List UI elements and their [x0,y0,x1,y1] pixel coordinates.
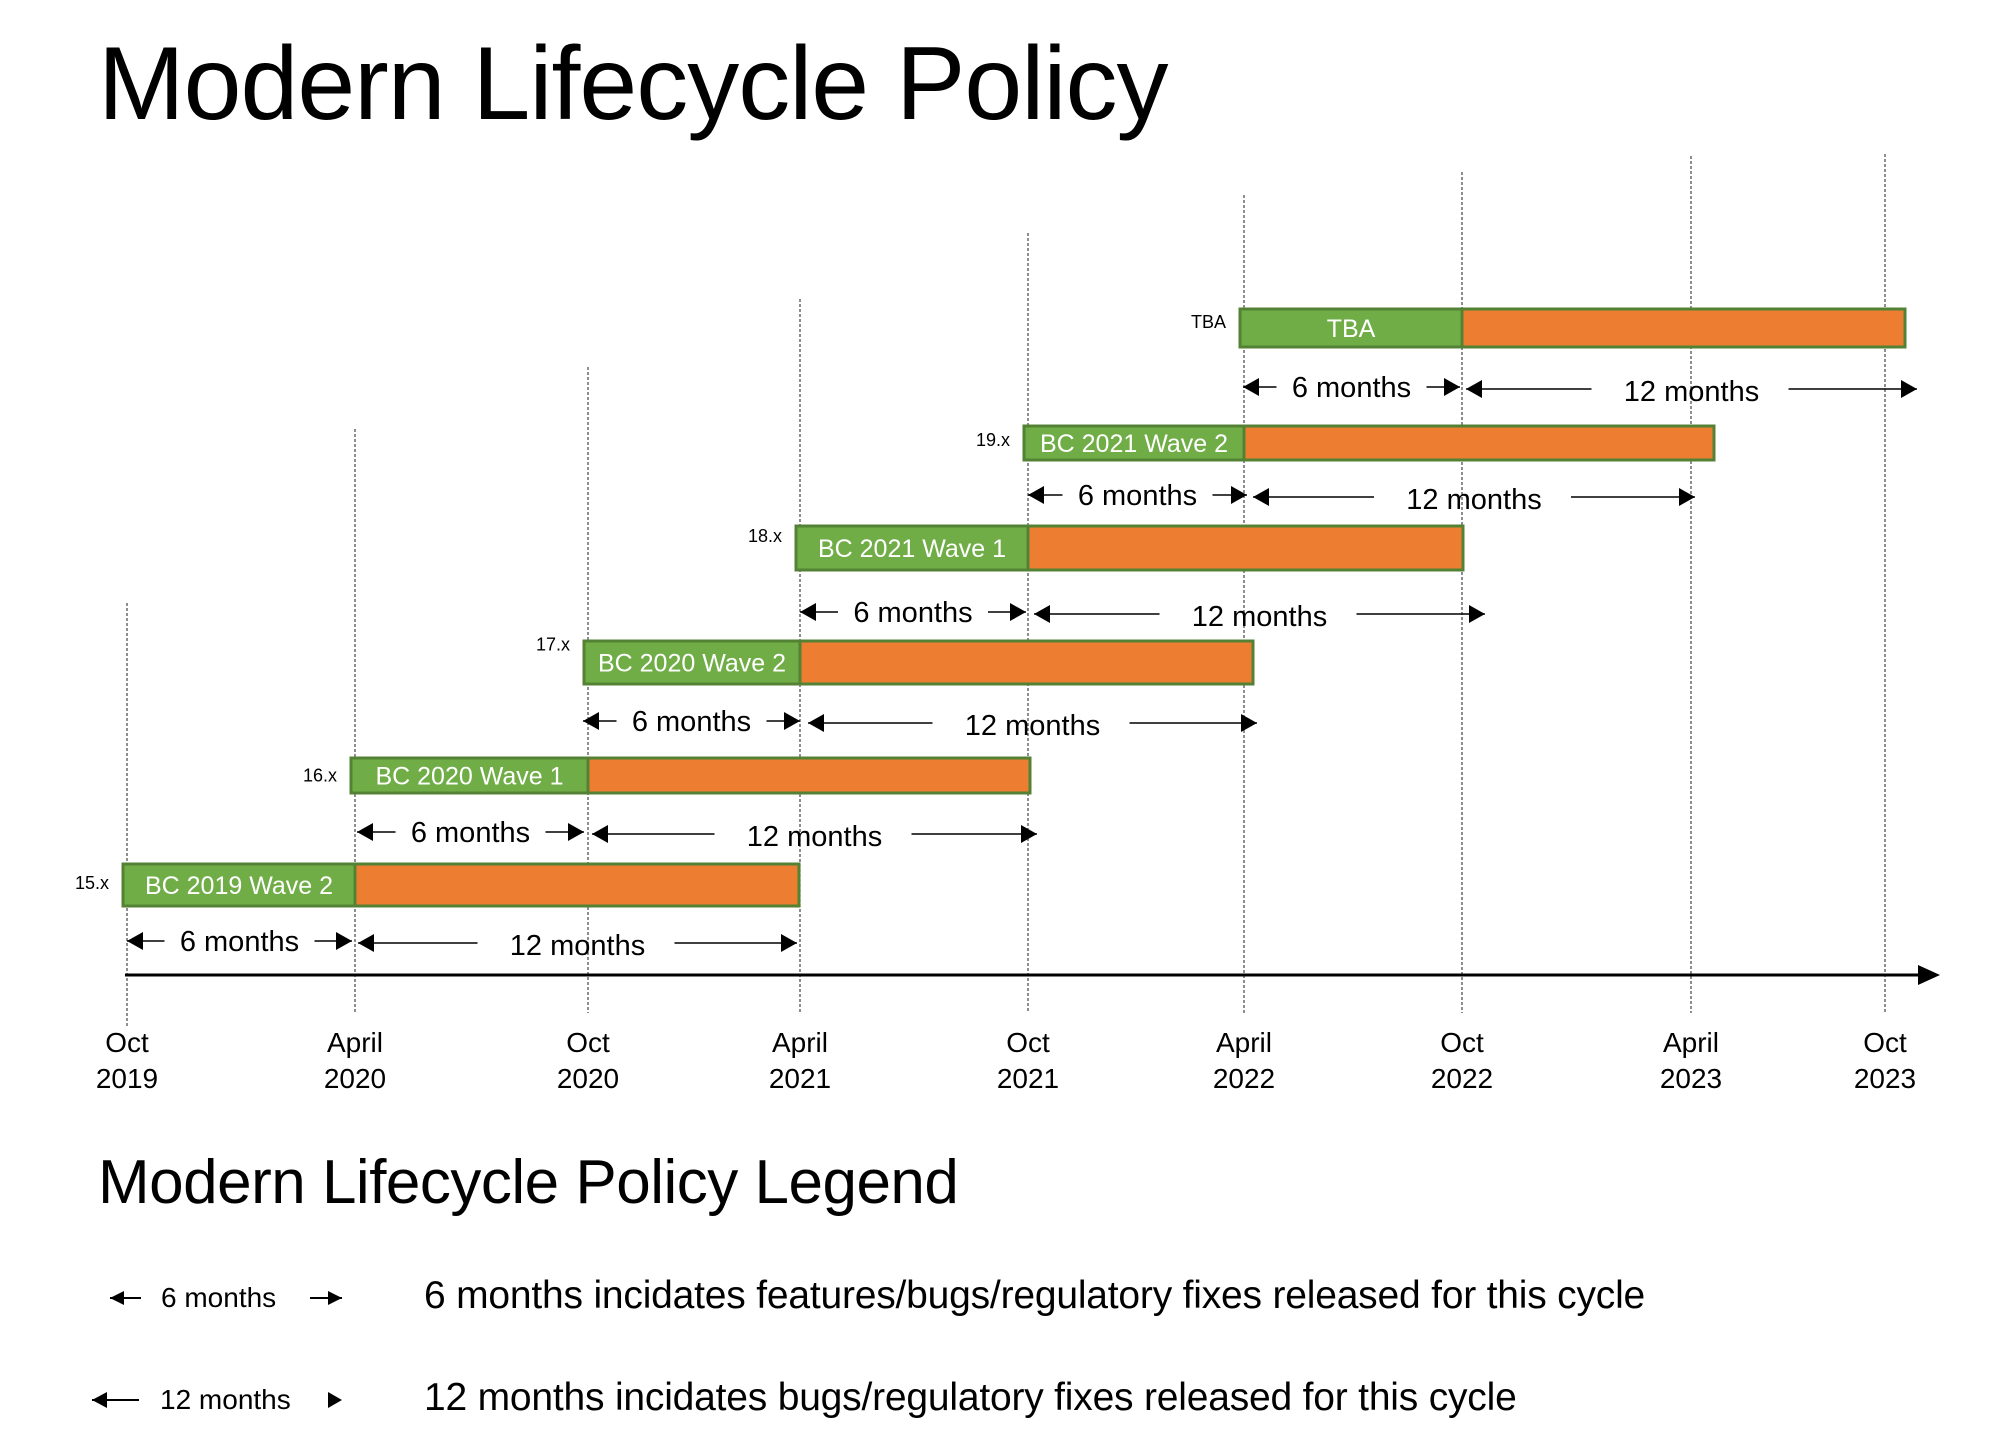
time-axis [125,965,1940,985]
arrow-left-icon [1034,605,1050,623]
tick-label-month: Oct [1440,1027,1484,1058]
release-bar-tba: TBA TBA [1191,307,1907,349]
six-months-label: 6 months [853,597,972,629]
arrow-left-icon [1466,380,1482,398]
arrow-left-icon [583,712,599,730]
arrow-left-icon [1253,488,1269,506]
tick-label-year: 2020 [557,1063,619,1094]
legend-key-6-months: 6 months [80,1268,370,1328]
arrow-right-icon [1444,378,1460,396]
duration-row-18-x: 6 months 12 months [800,597,1485,633]
release-version: 17.x [536,635,570,655]
twelve-months-label: 12 months [965,710,1100,742]
twelve-months-label: 12 months [1406,484,1541,516]
release-name: BC 2020 Wave 2 [598,650,786,678]
tick-label-month: Oct [1006,1027,1050,1058]
lifecycle-timeline: BC 2019 Wave 215.xBC 2020 Wave 116.xBC 2… [75,154,1940,1094]
release-name: BC 2020 Wave 1 [375,763,563,791]
release-version: 19.x [976,430,1010,450]
duration-row-15-x: 6 months 12 months [127,926,797,962]
six-months-label: 6 months [180,926,299,958]
six-months-label: 6 months [632,706,751,738]
tick-label-year: 2022 [1431,1063,1493,1094]
duration-row-17-x: 6 months 12 months [583,706,1257,742]
arrow-right-icon [1901,380,1917,398]
release-version: 15.x [75,873,109,893]
arrow-left-icon [1243,378,1259,396]
tick-label-month: April [1216,1027,1272,1058]
extended-support-segment [586,756,1032,795]
arrow-right-icon [1010,603,1026,621]
release-bar-16-x: BC 2020 Wave 1 16.x [303,756,1032,795]
release-version: 18.x [748,526,782,546]
twelve-months-label: 12 months [747,821,882,853]
arrow-left-icon [358,934,374,952]
legend-key-label: 6 months [161,1282,277,1313]
twelve-months-label: 12 months [1624,376,1759,408]
arrow-left-icon [357,823,373,841]
release-version: 16.x [303,766,337,786]
tick-label-month: Oct [566,1027,610,1058]
legend-key-12-months: 12 months [80,1370,370,1430]
arrow-right-icon [336,932,352,950]
legend-item-12-months: 12 months 12 months incidates bugs/regul… [0,1370,1992,1430]
duration-row-tba: 6 months 12 months [1243,372,1917,408]
tick-label-year: 2020 [324,1063,386,1094]
release-name: BC 2021 Wave 2 [1040,430,1228,458]
six-months-label: 6 months [411,817,530,849]
release-bar-19-x: BC 2021 Wave 2 19.x [976,424,1716,462]
six-months-label: 6 months [1292,372,1411,404]
tick-label-month: Oct [1863,1027,1907,1058]
arrow-left-icon [127,932,143,950]
extended-support-segment [353,862,801,908]
legend-title: Modern Lifecycle Policy Legend [98,1148,959,1217]
legend-key-label: 12 months [160,1384,291,1415]
tick-label-year: 2021 [769,1063,831,1094]
tick-label-month: April [327,1027,383,1058]
legend-item-6-months: 6 months 6 months incidates features/bug… [0,1268,1992,1328]
release-bar-17-x: BC 2020 Wave 2 17.x [536,635,1255,686]
arrow-right-icon [1021,825,1037,843]
arrow-left-icon [800,603,816,621]
extended-support-segment [798,639,1255,686]
arrow-right-icon [781,934,797,952]
arrow-right-icon [568,823,584,841]
tick-label-year: 2023 [1660,1063,1722,1094]
arrow-right-icon [1241,714,1257,732]
tick-label-month: April [1663,1027,1719,1058]
release-version: TBA [1191,312,1226,332]
legend-description: 12 months incidates bugs/regulatory fixe… [424,1376,1517,1419]
axis-arrowhead [1918,965,1940,985]
release-bar-18-x: BC 2021 Wave 1 18.x [748,524,1465,572]
tick-label-year: 2019 [96,1063,158,1094]
arrow-left-icon [808,714,824,732]
extended-support-segment [1242,424,1716,462]
duration-row-19-x: 6 months 12 months [1028,480,1695,516]
release-name: BC 2021 Wave 1 [818,535,1006,563]
arrow-right-icon [1469,605,1485,623]
arrow-left-icon [1028,486,1044,504]
twelve-months-label: 12 months [510,930,645,962]
extended-support-segment [1026,524,1465,572]
release-name: TBA [1327,315,1376,343]
tick-label-year: 2021 [997,1063,1059,1094]
arrow-left-icon [592,825,608,843]
tick-label-year: 2023 [1854,1063,1916,1094]
release-bar-15-x: BC 2019 Wave 2 15.x [75,862,801,908]
arrow-right-icon [1679,488,1695,506]
six-months-label: 6 months [1078,480,1197,512]
duration-row-16-x: 6 months 12 months [357,817,1037,853]
tick-label-year: 2022 [1213,1063,1275,1094]
tick-label-month: Oct [105,1027,149,1058]
tick-label-month: April [772,1027,828,1058]
arrow-right-icon [784,712,800,730]
twelve-months-label: 12 months [1192,601,1327,633]
tick-labels: Oct 2019 April 2020 Oct 2020 April 2021 Oct 2021 A… [96,1027,1916,1094]
release-name: BC 2019 Wave 2 [145,872,333,900]
legend-description: 6 months incidates features/bugs/regulat… [424,1274,1646,1317]
extended-support-segment [1460,307,1907,349]
